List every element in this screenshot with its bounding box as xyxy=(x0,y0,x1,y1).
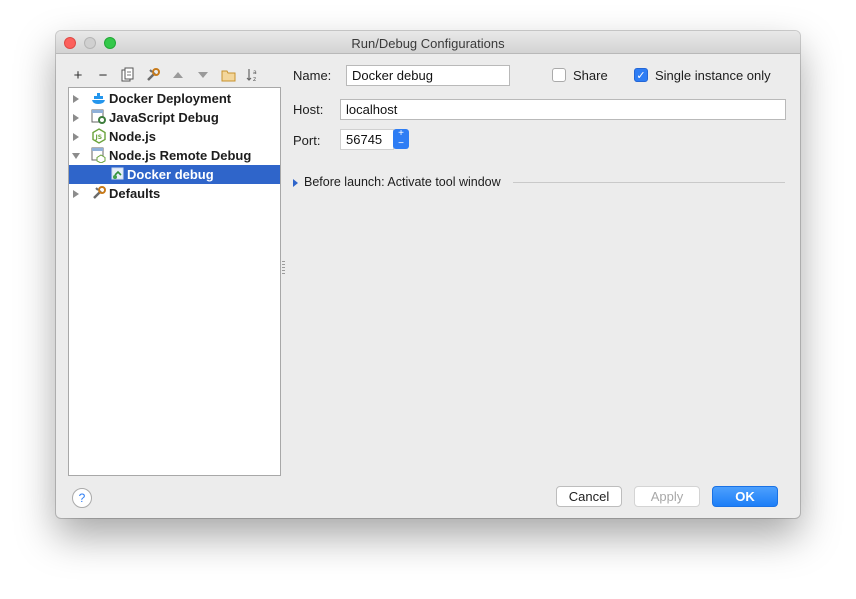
before-launch-section[interactable]: Before launch: Activate tool window xyxy=(293,175,785,191)
window-title: Run/Debug Configurations xyxy=(351,36,505,51)
tree-item-javascript-debug[interactable]: JavaScript Debug xyxy=(69,108,280,127)
cancel-button[interactable]: Cancel xyxy=(556,486,622,507)
tree-item-nodejs-remote-debug[interactable]: Node.js Remote Debug xyxy=(69,146,280,165)
decrement-icon[interactable]: − xyxy=(393,139,409,149)
ok-button[interactable]: OK xyxy=(712,486,778,507)
expand-triangle-icon[interactable] xyxy=(293,179,298,187)
before-launch-label[interactable]: Before launch: Activate tool window xyxy=(304,175,501,189)
configuration-tree[interactable]: Docker Deployment JavaScript Debug JS No… xyxy=(68,87,281,476)
docker-icon xyxy=(91,90,107,106)
move-up-icon[interactable] xyxy=(168,65,188,85)
move-down-icon[interactable] xyxy=(193,65,213,85)
port-stepper[interactable]: + − xyxy=(393,129,409,149)
tree-item-label: Docker Deployment xyxy=(109,91,232,106)
host-input[interactable] xyxy=(340,99,786,120)
host-label: Host: xyxy=(293,102,324,117)
expand-arrow-icon[interactable] xyxy=(73,114,79,122)
tree-item-defaults[interactable]: Defaults xyxy=(69,184,280,203)
tree-item-docker-debug[interactable]: Docker debug xyxy=(69,165,280,184)
port-label: Port: xyxy=(293,133,321,148)
single-instance-checkbox[interactable]: ✓ xyxy=(634,68,648,82)
expand-arrow-icon[interactable] xyxy=(73,190,79,198)
splitter-handle[interactable] xyxy=(282,261,285,275)
tree-item-nodejs[interactable]: JS Node.js xyxy=(69,127,280,146)
sort-alpha-icon[interactable]: az xyxy=(243,65,263,85)
apply-button[interactable]: Apply xyxy=(634,486,700,507)
wrench-icon[interactable] xyxy=(143,65,163,85)
share-checkbox[interactable] xyxy=(552,68,566,82)
svg-text:JS: JS xyxy=(95,134,103,141)
tree-item-label: Node.js xyxy=(109,129,156,144)
folder-icon[interactable] xyxy=(218,65,238,85)
remote-debug-icon xyxy=(110,166,126,182)
tree-item-docker-deployment[interactable]: Docker Deployment xyxy=(69,89,280,108)
name-label: Name: xyxy=(293,68,332,83)
divider xyxy=(513,182,785,183)
remove-icon[interactable]: − xyxy=(93,65,113,85)
add-icon[interactable]: + xyxy=(68,65,88,85)
js-debug-icon xyxy=(91,109,107,125)
share-label[interactable]: Share xyxy=(573,68,608,83)
tree-item-label: Node.js Remote Debug xyxy=(109,148,252,163)
run-debug-dialog: Run/Debug Configurations + − az Docker D… xyxy=(56,31,800,518)
tree-item-label: Defaults xyxy=(109,186,161,201)
svg-text:z: z xyxy=(253,76,256,83)
nodejs-icon: JS xyxy=(91,128,107,144)
name-input[interactable] xyxy=(346,65,510,86)
tree-item-label: JavaScript Debug xyxy=(109,110,219,125)
nodejs-remote-icon xyxy=(91,147,107,164)
copy-icon[interactable] xyxy=(118,65,138,85)
titlebar: Run/Debug Configurations xyxy=(56,31,800,54)
collapse-arrow-icon[interactable] xyxy=(72,153,80,159)
wrench-icon xyxy=(91,185,107,201)
expand-arrow-icon[interactable] xyxy=(73,95,79,103)
single-instance-label[interactable]: Single instance only xyxy=(655,68,771,83)
svg-text:a: a xyxy=(253,69,257,76)
port-input[interactable] xyxy=(340,129,394,150)
help-button[interactable]: ? xyxy=(72,488,92,508)
expand-arrow-icon[interactable] xyxy=(73,133,79,141)
tree-item-label: Docker debug xyxy=(127,167,214,182)
